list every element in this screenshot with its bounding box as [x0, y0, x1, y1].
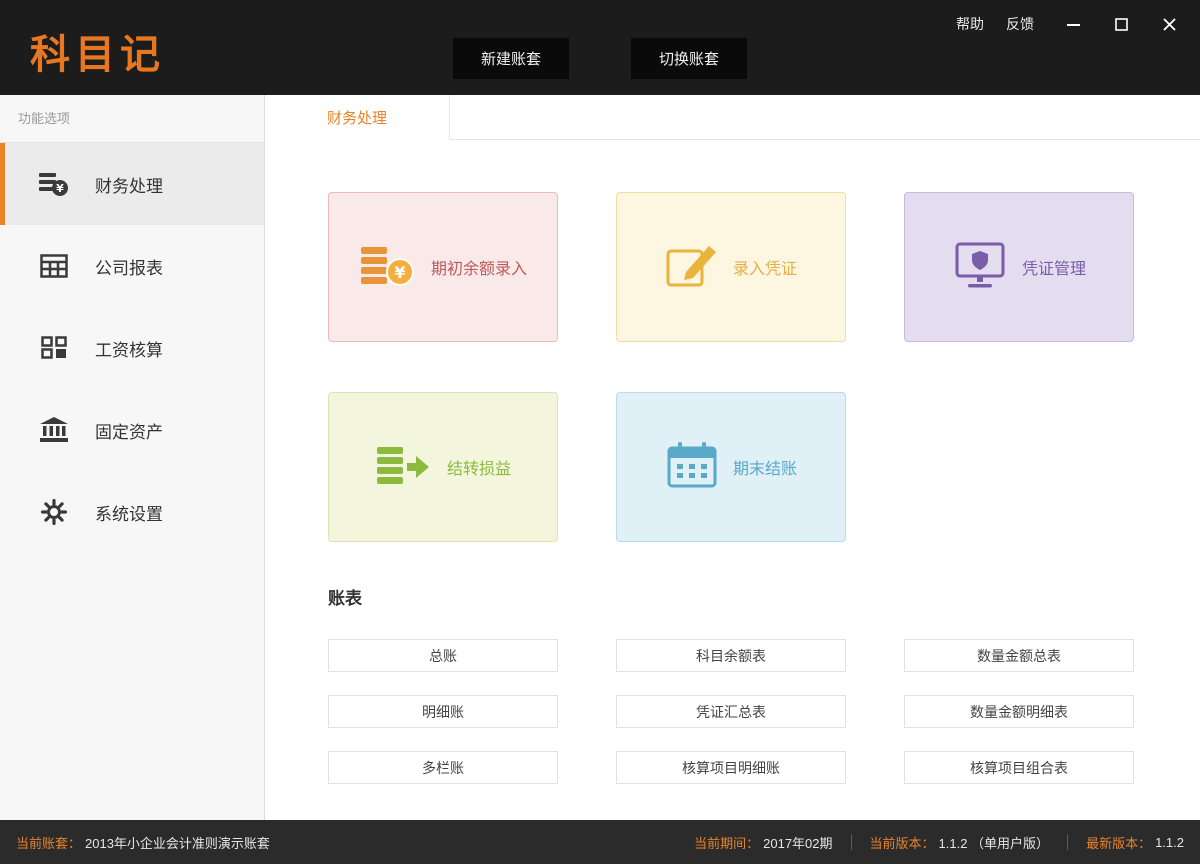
- topbar-right: 帮助 反馈: [934, 14, 1178, 34]
- calendar-icon: [665, 440, 719, 495]
- sidebar-item-payroll[interactable]: 工资核算: [0, 307, 264, 389]
- sidebar-header: 功能选项: [0, 95, 264, 143]
- app-window: 科目记 新建账套 切换账套 帮助 反馈 功能选项: [0, 0, 1200, 864]
- card-label: 期初余额录入: [431, 255, 527, 279]
- report-button-detail-ledger[interactable]: 明细账: [328, 695, 558, 728]
- report-button-general-ledger[interactable]: 总账: [328, 639, 558, 672]
- monitor-shield-icon: [952, 240, 1008, 295]
- sidebar-item-company-reports[interactable]: 公司报表: [0, 225, 264, 307]
- sidebar: 功能选项 ¥ 财务处理: [0, 95, 265, 820]
- card-label: 录入凭证: [733, 255, 797, 279]
- reports-section-title: 账表: [328, 584, 1200, 609]
- latest-version: 最新版本： 1.1.2: [1086, 833, 1184, 852]
- card-enter-voucher[interactable]: 录入凭证: [616, 192, 846, 342]
- topbar: 科目记 新建账套 切换账套 帮助 反馈: [0, 0, 1200, 95]
- app-logo: 科目记: [30, 22, 165, 80]
- gear-icon: [39, 499, 69, 525]
- new-account-set-button[interactable]: 新建账套: [453, 38, 569, 79]
- main-panel: 财务处理: [265, 95, 1200, 820]
- pencil-square-icon: [665, 241, 719, 294]
- report-button-qty-amount-detail[interactable]: 数量金额明细表: [904, 695, 1134, 728]
- cards-row-1: ¥ 期初余额录入 录入凭证: [328, 192, 1200, 342]
- report-buttons-grid: 总账 科目余额表 数量金额总表 明细账 凭证汇总表 数量金额明细表 多栏账 核算…: [328, 639, 1200, 784]
- report-button-account-balance[interactable]: 科目余额表: [616, 639, 846, 672]
- topbar-menu: 新建账套 切换账套: [453, 38, 747, 79]
- svg-text:¥: ¥: [56, 182, 64, 195]
- ledger-yen-icon: ¥: [39, 171, 69, 197]
- coins-arrow-icon: [375, 441, 433, 494]
- current-version-value: 1.1.2 （单用户版）: [939, 833, 1050, 852]
- current-period: 当前期间： 2017年02期: [694, 833, 832, 852]
- sidebar-item-label: 系统设置: [95, 500, 163, 525]
- card-initial-balance-entry[interactable]: ¥ 期初余额录入: [328, 192, 558, 342]
- svg-text:¥: ¥: [394, 263, 405, 282]
- current-period-value: 2017年02期: [763, 833, 832, 852]
- report-button-accounting-item-detail[interactable]: 核算项目明细账: [616, 751, 846, 784]
- current-version-label: 当前版本：: [870, 833, 935, 852]
- latest-version-label: 最新版本：: [1086, 833, 1151, 852]
- statusbar: 当前账套： 2013年小企业会计准则演示账套 当前期间： 2017年02期 当前…: [0, 820, 1200, 864]
- card-period-end-closing[interactable]: 期末结账: [616, 392, 846, 542]
- close-icon[interactable]: [1160, 15, 1178, 33]
- report-button-qty-amount-summary[interactable]: 数量金额总表: [904, 639, 1134, 672]
- current-account-set: 当前账套： 2013年小企业会计准则演示账套: [16, 833, 270, 852]
- sidebar-item-label: 财务处理: [95, 172, 163, 197]
- tabbar: 财务处理: [265, 95, 1200, 140]
- main-content: ¥ 期初余额录入 录入凭证: [265, 140, 1200, 820]
- sidebar-item-financial-processing[interactable]: ¥ 财务处理: [0, 143, 264, 225]
- current-account-set-value: 2013年小企业会计准则演示账套: [85, 833, 270, 852]
- latest-version-value: 1.1.2: [1155, 835, 1184, 850]
- report-table-icon: [39, 254, 69, 278]
- cards-row-2: 结转损益: [328, 392, 1200, 542]
- sidebar-item-label: 工资核算: [95, 336, 163, 361]
- app-body: 功能选项 ¥ 财务处理: [0, 95, 1200, 820]
- card-label: 期末结账: [733, 455, 797, 479]
- help-link[interactable]: 帮助: [956, 14, 984, 34]
- feedback-link[interactable]: 反馈: [1006, 14, 1034, 34]
- tab-financial-processing[interactable]: 财务处理: [265, 95, 450, 140]
- bank-icon: [39, 417, 69, 443]
- current-account-set-label: 当前账套：: [16, 833, 81, 852]
- coins-yen-icon: ¥: [359, 241, 417, 294]
- sidebar-item-system-settings[interactable]: 系统设置: [0, 471, 264, 553]
- card-carry-forward-pnl[interactable]: 结转损益: [328, 392, 558, 542]
- maximize-icon[interactable]: [1112, 15, 1130, 33]
- card-label: 凭证管理: [1022, 255, 1086, 279]
- current-period-label: 当前期间：: [694, 833, 759, 852]
- sidebar-item-fixed-assets[interactable]: 固定资产: [0, 389, 264, 471]
- card-label: 结转损益: [447, 455, 511, 479]
- sidebar-item-label: 固定资产: [95, 418, 163, 443]
- statusbar-divider: [1067, 834, 1068, 850]
- current-version: 当前版本： 1.1.2 （单用户版）: [870, 833, 1050, 852]
- minimize-icon[interactable]: [1064, 15, 1082, 33]
- switch-account-set-button[interactable]: 切换账套: [631, 38, 747, 79]
- report-button-voucher-summary[interactable]: 凭证汇总表: [616, 695, 846, 728]
- report-button-multi-column-ledger[interactable]: 多栏账: [328, 751, 558, 784]
- statusbar-divider: [851, 834, 852, 850]
- sidebar-item-label: 公司报表: [95, 254, 163, 279]
- report-button-accounting-item-combination[interactable]: 核算项目组合表: [904, 751, 1134, 784]
- card-voucher-management[interactable]: 凭证管理: [904, 192, 1134, 342]
- payroll-blocks-icon: [39, 336, 69, 360]
